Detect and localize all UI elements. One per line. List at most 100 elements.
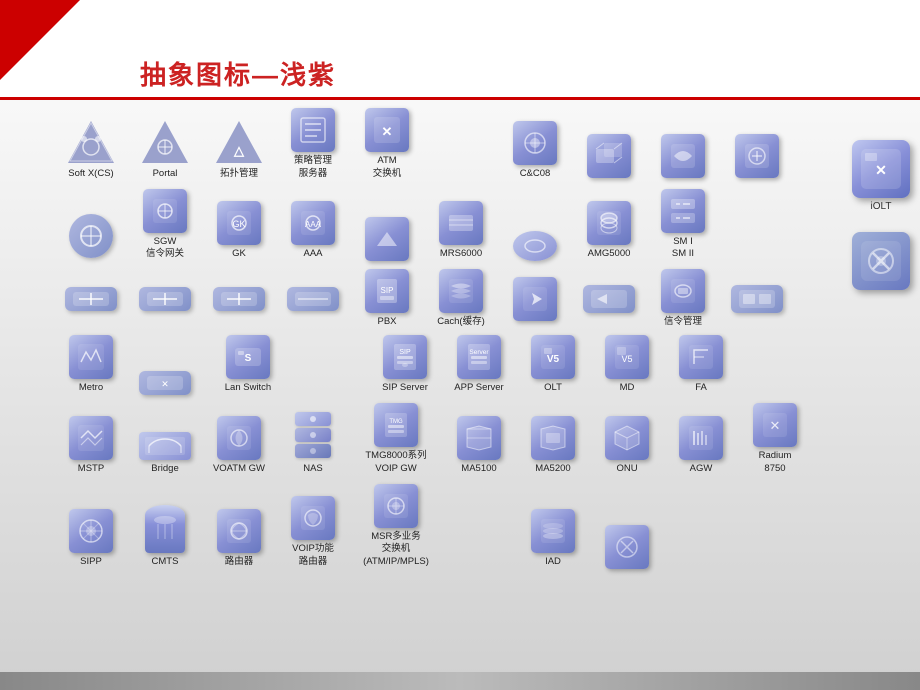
icon-pbx: SIP bbox=[365, 269, 409, 313]
icon-arrow1 bbox=[513, 277, 557, 321]
label-smismi: SM ISM II bbox=[672, 236, 694, 262]
label-olt: OLT bbox=[544, 382, 562, 395]
cell-cross1 bbox=[55, 287, 127, 311]
label-mstp: MSTP bbox=[78, 463, 104, 476]
icon-empty6 bbox=[365, 217, 409, 261]
cell-aaa: AAA AAA bbox=[277, 201, 349, 261]
icon-agw bbox=[679, 416, 723, 460]
icon-empty-flat: ✕ bbox=[139, 371, 191, 395]
row-3: SIP PBX Cach(缓存) bbox=[55, 269, 850, 329]
cell-msr: MSR多业务交换机(ATM/IP/MPLS) bbox=[351, 484, 441, 569]
icon-circle1 bbox=[69, 214, 113, 258]
cell-oval bbox=[499, 231, 571, 261]
label-msr: MSR多业务交换机(ATM/IP/MPLS) bbox=[363, 531, 429, 569]
label-appserver: APP Server bbox=[454, 382, 503, 395]
icon-topology: △ bbox=[214, 119, 264, 165]
icon-aaa: AAA bbox=[291, 201, 335, 245]
cell-softxcs: Soft X(CS) bbox=[55, 119, 127, 181]
label-md: MD bbox=[620, 382, 635, 395]
row-6: SIPP CMTS bbox=[55, 484, 850, 569]
icon-portal bbox=[140, 119, 190, 165]
cell-mrs6000: MRS6000 bbox=[425, 201, 497, 261]
cell-cross2 bbox=[129, 287, 201, 311]
svg-text:✕: ✕ bbox=[161, 379, 169, 389]
icon-bridge bbox=[139, 432, 191, 460]
icon-cross2 bbox=[139, 287, 191, 311]
label-router: 路由器 bbox=[225, 556, 254, 569]
row-1: Soft X(CS) Portal △ 拓扑管理 bbox=[55, 108, 850, 181]
svg-text:TMG: TMG bbox=[389, 419, 403, 425]
svg-text:V5: V5 bbox=[547, 354, 560, 365]
icon-g2 bbox=[661, 134, 705, 178]
cell-pbx: SIP PBX bbox=[351, 269, 423, 329]
cell-rect1 bbox=[721, 285, 793, 313]
cell-ma5100: MA5100 bbox=[443, 416, 515, 476]
cell-circle1 bbox=[55, 214, 127, 261]
label-radium8750: Radium8750 bbox=[759, 450, 792, 476]
corner-decoration bbox=[0, 0, 80, 80]
svg-text:Server: Server bbox=[469, 349, 489, 356]
cell-cache: Cach(缓存) bbox=[425, 269, 497, 329]
icon-voatmgw bbox=[217, 416, 261, 460]
cell-onu: ONU bbox=[591, 416, 663, 476]
label-iolt-big: iOLT bbox=[871, 201, 892, 212]
cell-arrow1 bbox=[499, 277, 571, 321]
label-cc08: C&C08 bbox=[520, 168, 551, 181]
icon-msr bbox=[374, 484, 418, 528]
label-sipserver: SIP Server bbox=[382, 382, 428, 395]
label-lanswitch: Lan Switch bbox=[225, 382, 271, 395]
icon-flat2 bbox=[583, 285, 635, 313]
icon-iad bbox=[531, 509, 575, 553]
icon-sipserver: SIP bbox=[383, 335, 427, 379]
label-voip: VOIP功能路由器 bbox=[292, 543, 334, 569]
row-5: MSTP Bridge VOATM bbox=[55, 403, 850, 476]
cell-flat2 bbox=[573, 285, 645, 313]
row-4: Metro ✕ S Lan Switch bbox=[55, 335, 850, 395]
label-policy: 策略管理服务器 bbox=[294, 155, 332, 181]
cell-lanswitch: S Lan Switch bbox=[203, 335, 293, 395]
icon-appserver: Server bbox=[457, 335, 501, 379]
cell-voatmgw: VOATM GW bbox=[203, 416, 275, 476]
icon-oval bbox=[513, 231, 557, 261]
icon-ma5100 bbox=[457, 416, 501, 460]
icon-tmg8000: TMG bbox=[374, 403, 418, 447]
icon-flat1 bbox=[287, 287, 339, 311]
icon-nas bbox=[295, 412, 331, 460]
label-agw: AGW bbox=[690, 463, 713, 476]
icon-sgw bbox=[143, 189, 187, 233]
icon-metro bbox=[69, 335, 113, 379]
label-amg5000: AMG5000 bbox=[588, 248, 631, 261]
svg-text:✕: ✕ bbox=[875, 162, 887, 178]
cell-sipp: SIPP bbox=[55, 509, 127, 569]
icon-cache bbox=[439, 269, 483, 313]
cell-metro: Metro bbox=[55, 335, 127, 395]
icon-radium8750: ✕ bbox=[753, 403, 797, 447]
cell-mstp: MSTP bbox=[55, 416, 127, 476]
label-gk: GK bbox=[232, 248, 246, 261]
cell-ma5200: MA5200 bbox=[517, 416, 589, 476]
page-title: 抽象图标—浅紫 bbox=[140, 55, 336, 92]
icon-g1 bbox=[587, 134, 631, 178]
cell-g2 bbox=[647, 134, 719, 181]
icon-cross1 bbox=[65, 287, 117, 311]
label-fa: FA bbox=[695, 382, 707, 395]
label-voatmgw: VOATM GW bbox=[213, 463, 265, 476]
bottom-bar bbox=[0, 672, 920, 690]
cell-portal: Portal bbox=[129, 119, 201, 181]
cell-voip: VOIP功能路由器 bbox=[277, 496, 349, 569]
row-2: SGW信令网关 GK GK AAA AAA bbox=[55, 189, 850, 262]
cell-atm: ✕ ATM交换机 bbox=[351, 108, 423, 181]
label-iad: IAD bbox=[545, 556, 561, 569]
label-ma5200: MA5200 bbox=[535, 463, 570, 476]
label-topology: 拓扑管理 bbox=[220, 168, 258, 181]
svg-text:S: S bbox=[245, 353, 252, 364]
label-mrs6000: MRS6000 bbox=[440, 248, 482, 261]
icon-xmgmt bbox=[661, 269, 705, 313]
icon-bigcross bbox=[852, 232, 910, 290]
label-ma5100: MA5100 bbox=[461, 463, 496, 476]
svg-text:AAA: AAA bbox=[305, 220, 322, 229]
cell-smismi: SM ISM II bbox=[647, 189, 719, 262]
label-aaa: AAA bbox=[303, 248, 322, 261]
cell-g3 bbox=[721, 134, 793, 181]
label-tmg8000: TMG8000系列VOIP GW bbox=[365, 450, 426, 476]
